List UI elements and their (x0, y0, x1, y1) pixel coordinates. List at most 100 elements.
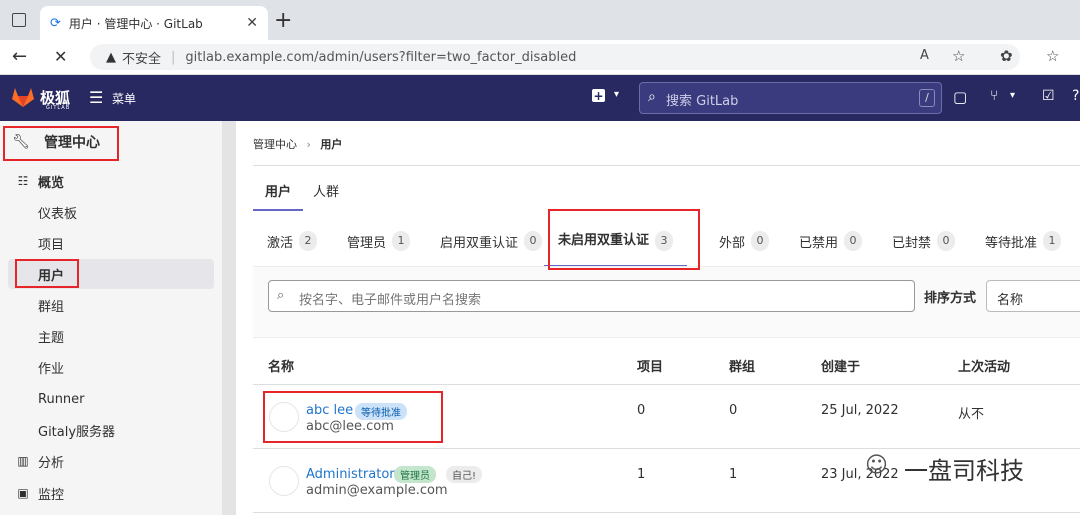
favorites-list-icon[interactable]: ☆ (1046, 47, 1059, 65)
user-search-input[interactable]: ⌕ 按名字、电子邮件或用户名搜索 (268, 280, 915, 312)
sidebar-item-dashboard[interactable]: 仪表板 (38, 197, 77, 227)
tab-cohorts[interactable]: 人群 (313, 177, 339, 200)
breadcrumb-parent[interactable]: 管理中心 (253, 138, 297, 151)
filter-tab-banned[interactable]: 已封禁 0 (892, 231, 956, 251)
tab-users[interactable]: 用户 (253, 177, 304, 211)
help-icon[interactable]: ? (1072, 88, 1079, 104)
wechat-icon: ☺ (865, 453, 888, 478)
breadcrumb-current[interactable]: 用户 (320, 138, 342, 151)
sidebar-item-label: 项目 (38, 237, 65, 253)
mr-chevron-icon[interactable]: ▾ (1010, 90, 1015, 101)
back-icon[interactable]: ← (12, 46, 27, 67)
filter-tab-label: 等待批准 (985, 235, 1038, 251)
extensions-icon[interactable]: ✿ (1000, 47, 1013, 65)
todo-icon[interactable]: ☑ (1042, 88, 1055, 104)
filter-tab-2fa-enabled[interactable]: 启用双重认证 0 (440, 231, 543, 251)
sidebar-item-label: 作业 (38, 361, 65, 377)
sidebar-item-jobs[interactable]: 作业 (38, 352, 64, 382)
highlight-box-admin-center (3, 126, 119, 161)
hamburger-icon[interactable]: ☰ (89, 88, 103, 107)
gitlab-logo-icon[interactable] (11, 86, 35, 108)
sidebar-item-topics[interactable]: 主题 (38, 321, 64, 351)
filter-tab-label: 已封禁 (892, 235, 932, 251)
user-search-placeholder: 按名字、电子邮件或用户名搜索 (299, 293, 482, 308)
url-divider: | (171, 49, 176, 65)
filter-tab-label: 启用双重认证 (440, 235, 519, 251)
sort-dropdown[interactable]: 名称 (986, 280, 1080, 312)
sidebar-analytics-label: 分析 (38, 455, 65, 471)
page-divider (253, 165, 1080, 166)
tab-cohorts-label: 人群 (313, 185, 340, 200)
tab-users-label: 用户 (265, 185, 292, 200)
self-badge: 自己! (446, 466, 483, 483)
sidebar-item-gitaly[interactable]: Gitaly服务器 (38, 415, 115, 445)
table-header (253, 343, 1080, 385)
filter-tab-label: 管理员 (347, 235, 387, 251)
close-tab-icon[interactable]: ✕ (246, 15, 258, 31)
filter-tab-pending[interactable]: 等待批准 1 (985, 231, 1062, 251)
top-navbar: 极狐 GITLAB ☰ 菜单 + ▾ ⌕ 搜索 GitLab / ▢ ⑂ ▾ ☑… (0, 75, 1080, 121)
sidebar-item-label: Gitaly服务器 (38, 424, 116, 440)
search-icon: ⌕ (648, 89, 656, 105)
browser-tab[interactable]: ⟳ 用户 · 管理中心 · GitLab ✕ (40, 6, 268, 40)
groups-count: 0 (729, 403, 738, 418)
window-menu-icon[interactable] (12, 13, 26, 27)
sidebar-item-label: 仪表板 (38, 206, 78, 222)
merge-request-icon[interactable]: ⑂ (990, 88, 998, 104)
read-aloud-icon[interactable]: A (920, 48, 929, 63)
sidebar-scrollbar[interactable] (222, 121, 236, 515)
groups-count: 1 (729, 467, 738, 482)
sidebar-item-monitoring[interactable]: ▣ 监控 (16, 478, 64, 508)
new-tab-icon[interactable]: + (274, 8, 292, 33)
url-field[interactable]: ▲ 不安全 | gitlab.example.com/admin/users?f… (90, 44, 1020, 70)
admin-badge: 管理员 (394, 466, 436, 483)
filter-tab-external[interactable]: 外部 0 (719, 231, 770, 251)
chart-icon: ▥ (17, 454, 29, 468)
sidebar-item-runner[interactable]: Runner (38, 384, 85, 414)
filter-tab-active[interactable]: 激活 2 (267, 231, 318, 251)
issues-icon[interactable]: ▢ (953, 88, 967, 106)
sidebar: 🔧︎ 管理中心 ☷ 概览 仪表板 项目 用户 群组 主题 作业 Runner G… (0, 121, 236, 515)
sidebar-item-projects[interactable]: 项目 (38, 228, 64, 258)
stop-icon[interactable]: ✕ (54, 47, 67, 66)
highlight-box-users (15, 259, 79, 288)
new-item-icon[interactable]: + (592, 89, 605, 103)
sidebar-item-analytics[interactable]: ▥ 分析 (16, 446, 64, 476)
sidebar-item-overview[interactable]: ☷ 概览 (16, 166, 64, 196)
sidebar-item-label: 主题 (38, 330, 65, 346)
warning-icon: ▲ (106, 49, 116, 65)
breadcrumb-chevron-icon: › (306, 138, 311, 151)
created-date: 25 Jul, 2022 (821, 403, 899, 418)
user-name-link[interactable]: Administrator (306, 467, 395, 482)
user-email: admin@example.com (306, 483, 448, 498)
sort-value: 名称 (997, 293, 1024, 308)
watermark: 一盘司科技 (904, 457, 1024, 485)
filter-tab-blocked[interactable]: 已禁用 0 (799, 231, 863, 251)
filter-tab-admins[interactable]: 管理员 1 (347, 231, 411, 251)
highlight-box-2fa-disabled (548, 209, 700, 270)
col-groups: 群组 (729, 360, 756, 375)
sidebar-item-label: 群组 (38, 299, 65, 315)
count-badge: 0 (844, 231, 863, 251)
projects-count: 0 (637, 403, 646, 418)
avatar[interactable] (269, 466, 299, 496)
count-badge: 2 (299, 231, 318, 251)
sort-label: 排序方式 (924, 291, 977, 306)
filter-tab-label: 外部 (719, 235, 746, 251)
sidebar-item-label: Runner (38, 391, 85, 407)
menu-label[interactable]: 菜单 (112, 90, 136, 107)
loading-icon: ⟳ (50, 15, 61, 31)
breadcrumb: 管理中心 › 用户 (253, 136, 342, 152)
favorite-icon[interactable]: ☆ (952, 47, 965, 65)
sidebar-item-groups[interactable]: 群组 (38, 290, 64, 320)
count-badge: 0 (524, 231, 543, 251)
projects-count: 1 (637, 467, 646, 482)
count-badge: 1 (1043, 231, 1062, 251)
chevron-down-icon[interactable]: ▾ (614, 89, 619, 100)
brand-sub: GITLAB (46, 105, 71, 111)
search-input[interactable]: ⌕ 搜索 GitLab / (639, 82, 942, 114)
overview-icon: ☷ (17, 174, 29, 188)
filter-tab-label: 已禁用 (799, 235, 839, 251)
last-activity: 从不 (958, 407, 985, 422)
col-created: 创建于 (821, 360, 861, 375)
